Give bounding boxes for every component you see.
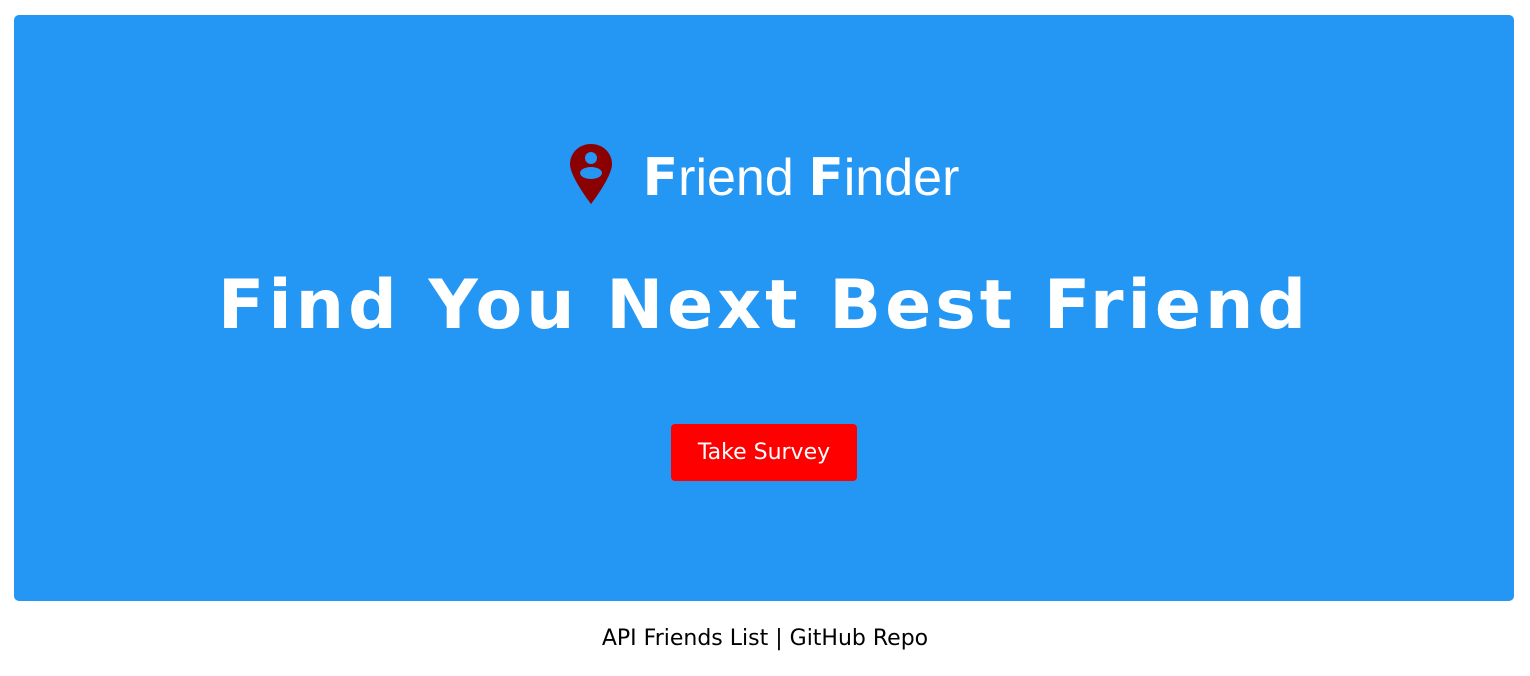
take-survey-button[interactable]: Take Survey [671,424,857,481]
footer: API Friends List | GitHub Repo [0,626,1530,651]
brand-logo: Friend Finder [14,144,1514,205]
map-pin-person-icon [569,144,612,204]
hero-jumbotron: Friend Finder Find You Next Best Friend [14,15,1514,601]
brand-text: riend [678,149,809,207]
hero-headline: Find You Next Best Friend [217,266,1311,345]
api-friends-list-link[interactable]: API Friends List [602,626,768,651]
brand-initial: F [808,148,844,208]
github-repo-link[interactable]: GitHub Repo [790,626,929,651]
brand-text: inder [843,149,960,207]
footer-separator: | [768,626,790,651]
brand-name: Friend Finder [643,152,960,204]
brand-initial: F [642,148,679,208]
